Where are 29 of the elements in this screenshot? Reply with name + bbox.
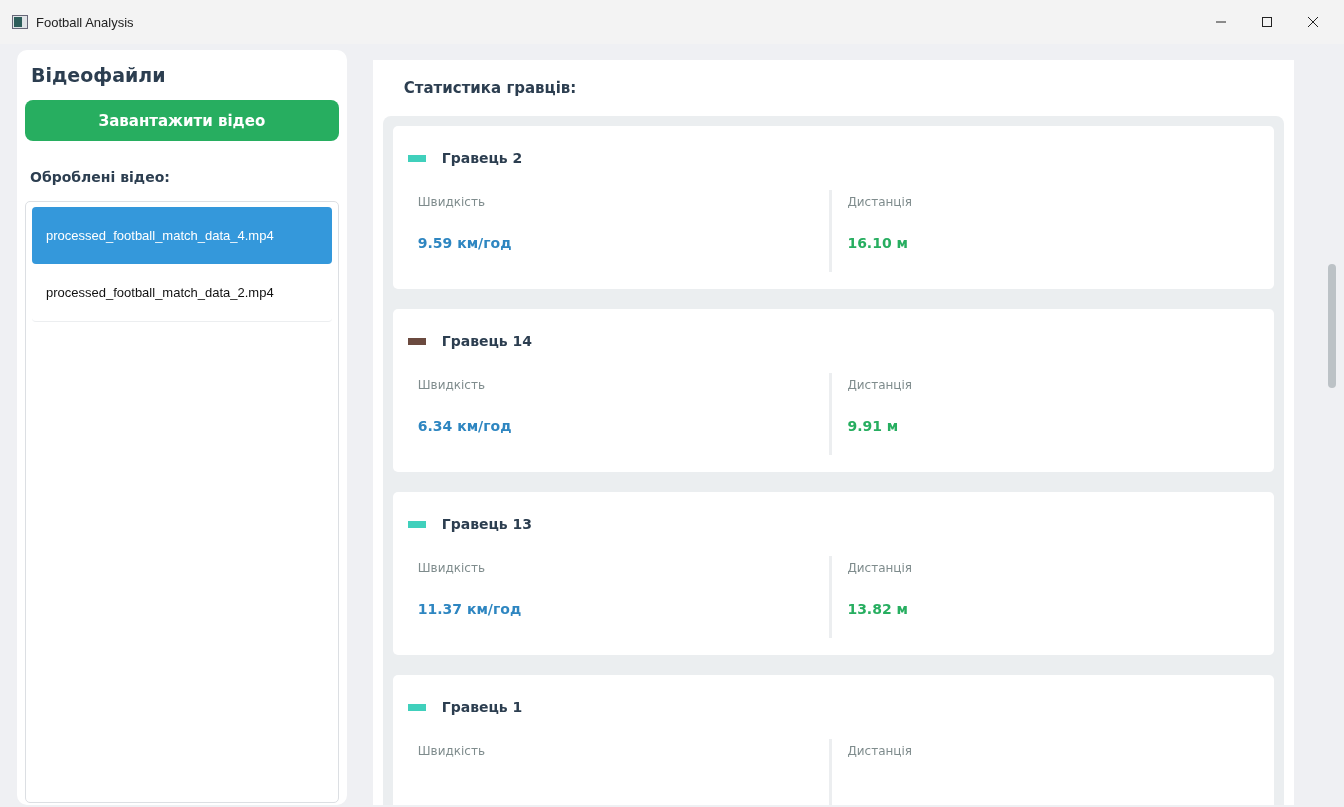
player-name: Гравець 1 [441, 699, 523, 715]
speed-label: Швидкість [417, 744, 486, 758]
stats-title: Статистика гравців: [402, 78, 578, 97]
player-name: Гравець 14 [441, 333, 533, 349]
video-item[interactable]: processed_football_match_data_2.mp4 [32, 264, 332, 322]
maximize-icon [1261, 16, 1273, 28]
upload-button[interactable]: Завантажити відео [25, 100, 339, 141]
sidebar-title: Відеофайли [31, 64, 167, 86]
player-name: Гравець 2 [441, 150, 523, 166]
speed-label: Швидкість [417, 378, 486, 392]
player-name: Гравець 13 [441, 516, 533, 532]
app-icon [12, 15, 28, 29]
distance-value: 9.91 м [847, 418, 900, 434]
distance-label: Дистанція [847, 378, 914, 392]
speed-value: 6.34 км/год [417, 418, 513, 434]
distance-label: Дистанція [847, 561, 914, 575]
distance-value: 13.82 м [847, 601, 909, 617]
video-item[interactable]: processed_football_match_data_4.mp4 [32, 207, 332, 264]
close-icon [1307, 16, 1319, 28]
speed-value: 11.37 км/год [417, 601, 523, 617]
distance-label: Дистанція [847, 195, 914, 209]
speed-value: 9.59 км/год [417, 235, 513, 251]
speed-label: Швидкість [417, 195, 486, 209]
distance-value: 16.10 м [847, 235, 909, 251]
speed-label: Швидкість [417, 561, 486, 575]
list-title: Оброблені відео: [30, 169, 171, 185]
scrollbar-thumb[interactable] [1328, 264, 1336, 388]
window-title: Football Analysis [36, 14, 135, 30]
distance-label: Дистанція [847, 744, 914, 758]
